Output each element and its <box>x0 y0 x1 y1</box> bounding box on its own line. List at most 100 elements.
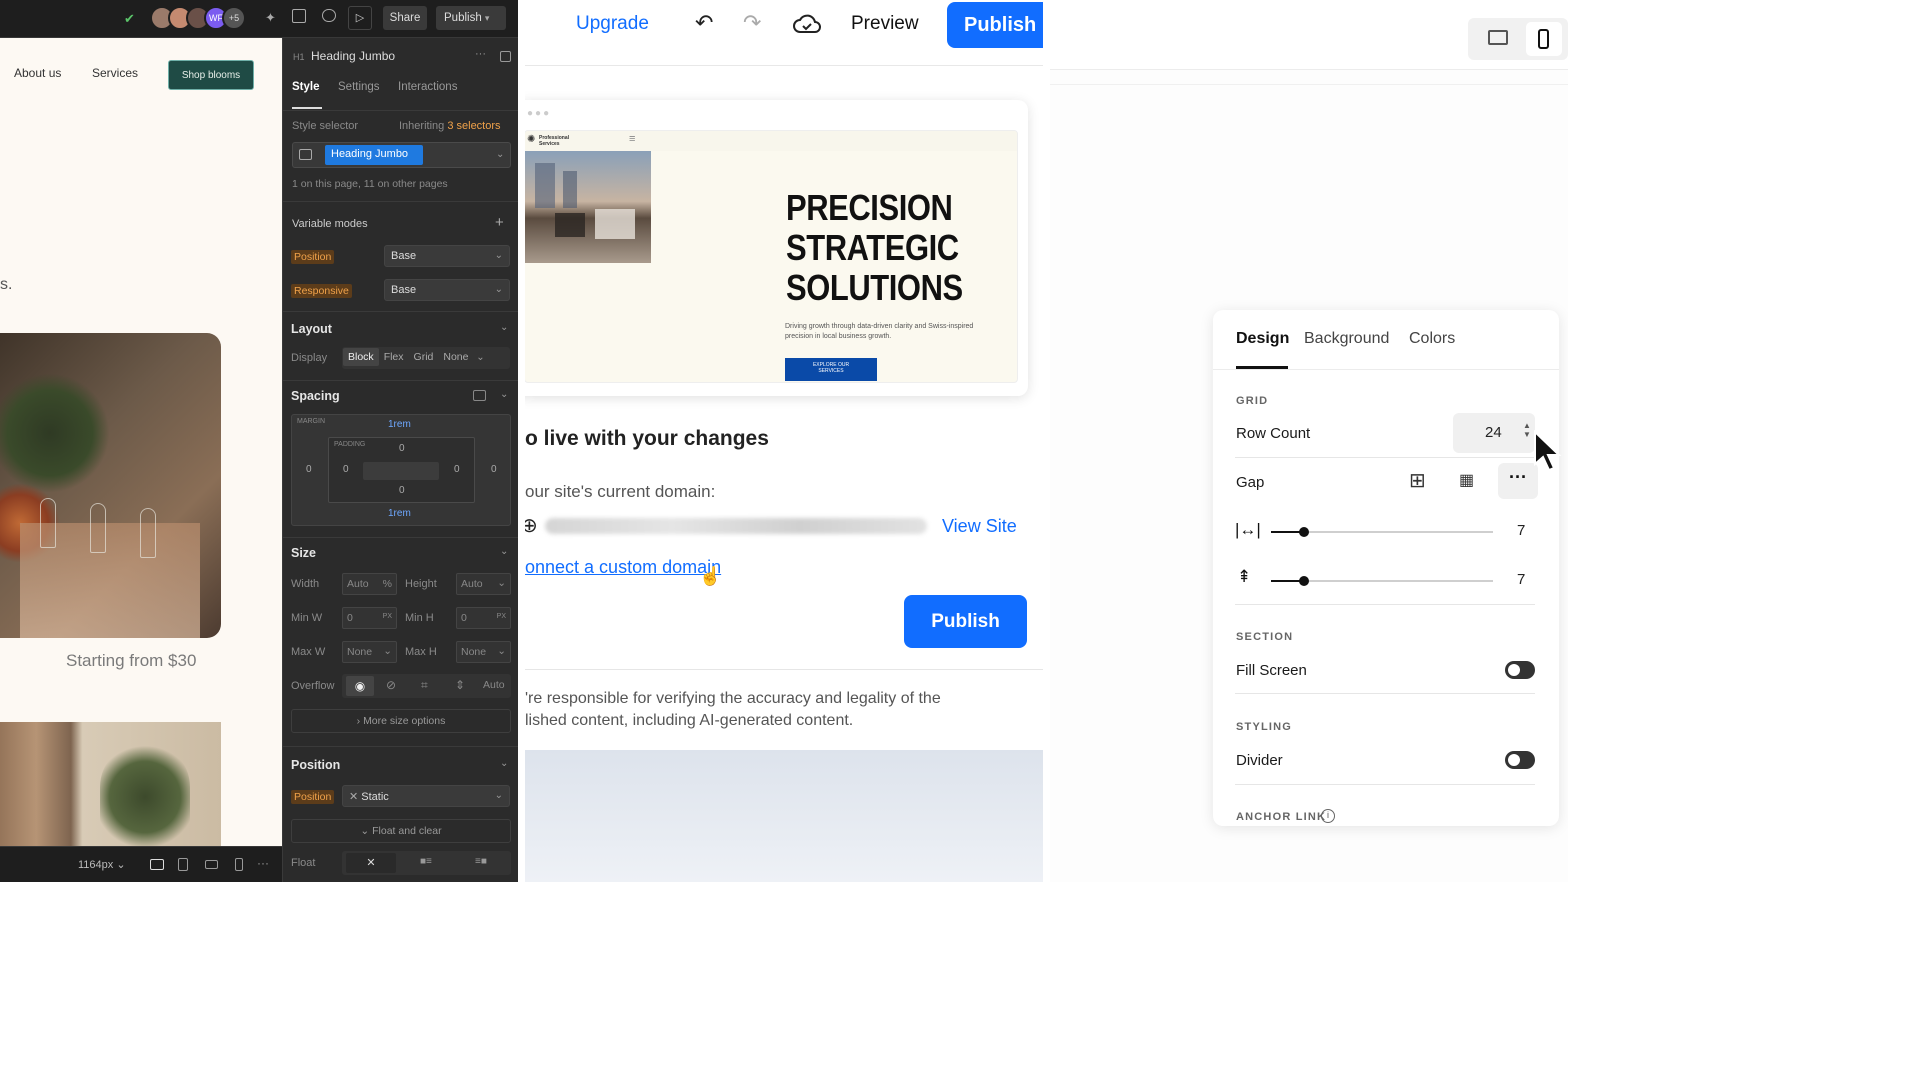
cloud-save-icon[interactable] <box>793 13 821 35</box>
preview-button[interactable]: Preview <box>851 13 919 35</box>
design-canvas[interactable]: About us Services Shop blooms s. Startin… <box>0 38 282 846</box>
row-count-stepper[interactable]: 24 ▲ ▼ <box>1453 413 1535 453</box>
nav-link-services[interactable]: Services <box>92 66 138 80</box>
chevron-down-icon[interactable]: ⌄ <box>500 758 508 769</box>
overflow-scroll-icon[interactable]: ⌗ <box>421 678 428 693</box>
tab-design[interactable]: Design <box>1236 330 1289 348</box>
height-input[interactable]: Auto ⌄ <box>456 573 511 595</box>
size-section-header[interactable]: Size <box>291 546 316 560</box>
inheriting-count[interactable]: 3 selectors <box>447 120 500 132</box>
desktop-breakpoint-icon[interactable] <box>150 859 164 870</box>
avatar-stack[interactable]: WF +5 <box>150 6 260 32</box>
overflow-hidden-icon[interactable]: ⊘ <box>386 678 396 692</box>
float-left-icon[interactable]: ■≡ <box>420 856 432 867</box>
tab-style[interactable]: Style <box>292 81 320 93</box>
comment-icon[interactable] <box>322 9 336 22</box>
desktop-view-icon[interactable] <box>1488 30 1508 45</box>
overflow-clip-icon[interactable]: ⇕ <box>455 678 465 692</box>
selector-field[interactable]: Heading Jumbo ⌄ <box>292 142 511 168</box>
more-size-options-button[interactable]: › More size options <box>291 709 511 733</box>
position-select[interactable]: ✕ Static ⌄ <box>342 785 510 807</box>
overflow-auto-option[interactable]: Auto <box>483 679 505 691</box>
tab-settings[interactable]: Settings <box>338 81 380 93</box>
margin-bottom-value[interactable]: 1rem <box>388 508 411 519</box>
share-button[interactable]: Share <box>383 6 427 30</box>
tab-colors[interactable]: Colors <box>1409 330 1455 348</box>
mobile-breakpoint-icon[interactable] <box>235 858 243 871</box>
float-and-clear-button[interactable]: ⌄ Float and clear <box>291 819 511 843</box>
shop-blooms-button[interactable]: Shop blooms <box>168 60 254 90</box>
float-right-icon[interactable]: ≡■ <box>475 856 487 867</box>
chevron-down-icon[interactable]: ⌄ <box>500 322 508 333</box>
stepper-arrows-icon[interactable]: ▲ ▼ <box>1523 421 1531 439</box>
max-height-input[interactable]: None ⌄ <box>456 641 511 663</box>
mobile-view-icon[interactable] <box>1526 22 1562 56</box>
tab-background[interactable]: Background <box>1304 330 1389 348</box>
overflow-visible-icon[interactable]: ◉ <box>346 676 374 696</box>
view-site-link[interactable]: View Site <box>942 516 1017 537</box>
min-width-input[interactable]: 0 PX <box>342 607 397 629</box>
landscape-breakpoint-icon[interactable] <box>205 860 218 869</box>
min-width-unit[interactable]: PX <box>383 613 392 620</box>
more-options-icon[interactable]: ··· <box>475 48 486 60</box>
max-width-unit-dropdown[interactable]: ⌄ <box>383 645 392 657</box>
info-icon[interactable]: i <box>1321 809 1335 823</box>
layout-section-header[interactable]: Layout <box>291 322 332 336</box>
remove-icon[interactable]: ✕ <box>349 791 361 803</box>
canvas-width-readout[interactable]: 1164px ⌄ <box>78 858 126 871</box>
redo-icon[interactable]: ↷ <box>743 10 761 36</box>
publish-top-button[interactable]: Publish <box>947 2 1043 48</box>
max-width-input[interactable]: None ⌄ <box>342 641 397 663</box>
float-none-icon[interactable]: ✕ <box>346 853 396 873</box>
padding-left-value[interactable]: 0 <box>343 464 349 475</box>
position-section-header[interactable]: Position <box>291 758 340 772</box>
more-icon[interactable]: ··· <box>257 856 269 870</box>
height-unit-dropdown[interactable]: ⌄ <box>497 577 506 589</box>
min-height-unit[interactable]: PX <box>497 613 506 620</box>
responsive-mode-select[interactable]: Base ⌄ <box>384 279 510 301</box>
display-block-option[interactable]: Block <box>343 348 379 366</box>
play-icon[interactable]: ▷ <box>348 6 372 30</box>
display-flex-option[interactable]: Flex <box>379 348 409 366</box>
width-input[interactable]: Auto% <box>342 573 397 595</box>
horizontal-gap-slider[interactable] <box>1271 527 1493 537</box>
margin-right-value[interactable]: 0 <box>491 464 497 475</box>
position-mode-select[interactable]: Base ⌄ <box>384 245 510 267</box>
padding-right-value[interactable]: 0 <box>454 464 460 475</box>
spacing-section-header[interactable]: Spacing <box>291 389 340 403</box>
add-icon[interactable]: + <box>495 214 504 231</box>
nav-link-about[interactable]: About us <box>14 66 61 80</box>
chevron-down-icon[interactable]: ⌄ <box>500 389 508 400</box>
grid-spaced-icon[interactable]: ▦ <box>1459 470 1481 492</box>
divider-toggle[interactable] <box>1505 751 1535 769</box>
display-grid-option[interactable]: Grid <box>409 348 439 366</box>
tab-interactions[interactable]: Interactions <box>398 81 457 93</box>
margin-top-value[interactable]: 1rem <box>388 419 411 430</box>
grid-gap-icon[interactable]: ⊞ <box>1409 470 1431 492</box>
vertical-gap-knob[interactable] <box>1299 576 1309 586</box>
publish-dialog-button[interactable]: Publish <box>904 595 1027 648</box>
connect-custom-domain-link[interactable]: onnect a custom domain <box>525 557 721 578</box>
min-height-input[interactable]: 0 PX <box>456 607 511 629</box>
horizontal-gap-knob[interactable] <box>1299 527 1309 537</box>
padding-top-value[interactable]: 0 <box>399 443 405 454</box>
device-toggle <box>1468 18 1568 60</box>
sparkle-icon[interactable]: ✦ <box>265 10 276 26</box>
selector-chip[interactable]: Heading Jumbo <box>325 145 423 165</box>
chevron-down-icon[interactable]: ⌄ <box>500 546 508 557</box>
chevron-down-icon[interactable]: ⌄ <box>473 352 484 363</box>
display-none-option[interactable]: None <box>438 348 473 366</box>
undo-icon[interactable]: ↶ <box>695 10 713 36</box>
upgrade-link[interactable]: Upgrade <box>576 13 649 35</box>
pages-icon[interactable] <box>292 9 306 23</box>
fill-screen-toggle[interactable] <box>1505 661 1535 679</box>
max-height-unit-dropdown[interactable]: ⌄ <box>497 645 506 657</box>
component-icon[interactable] <box>500 51 511 62</box>
vertical-gap-slider[interactable] <box>1271 576 1493 586</box>
publish-dropdown-button[interactable]: Publish ▾ <box>436 6 506 30</box>
width-unit[interactable]: % <box>383 578 392 590</box>
margin-left-value[interactable]: 0 <box>306 464 312 475</box>
tablet-breakpoint-icon[interactable] <box>178 858 188 871</box>
padding-bottom-value[interactable]: 0 <box>399 485 405 496</box>
spacing-preset-icon[interactable] <box>473 390 486 401</box>
